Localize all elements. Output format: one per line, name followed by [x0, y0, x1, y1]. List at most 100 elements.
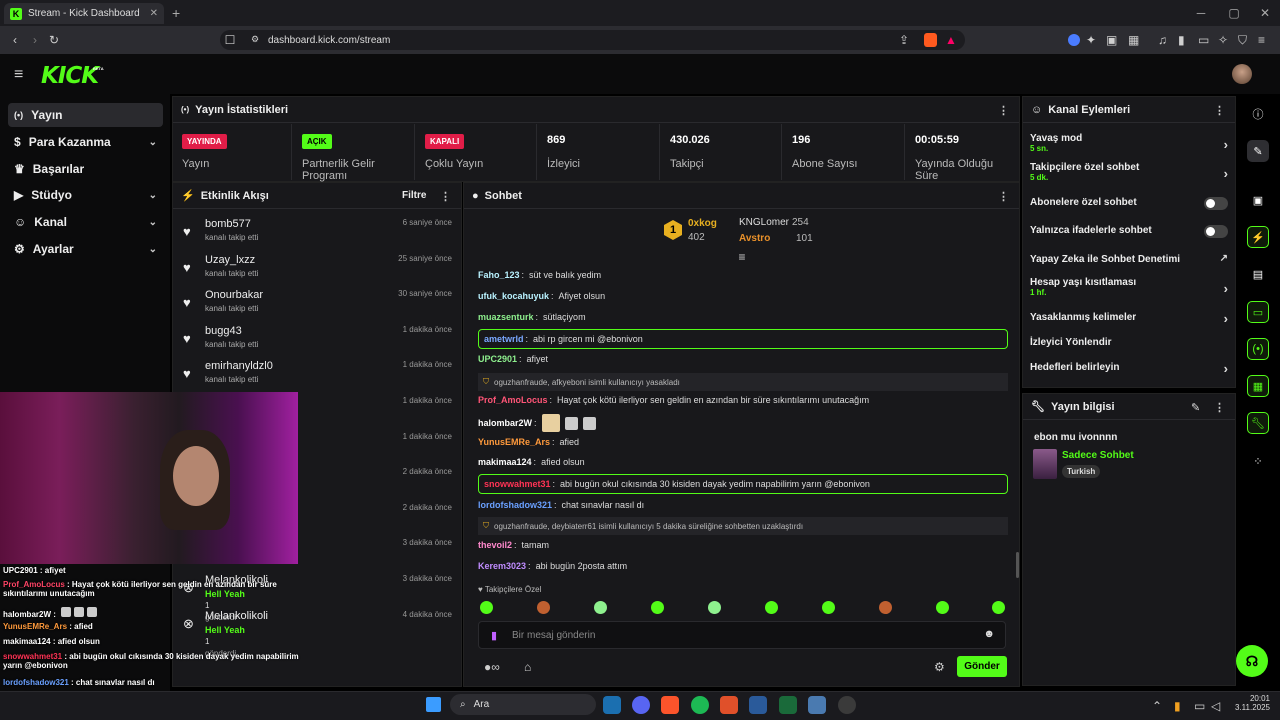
music-icon[interactable]: ♫ — [1158, 33, 1167, 47]
new-tab-button[interactable]: + — [172, 5, 180, 21]
chat-input[interactable]: ▮ Bir mesaj gönderin ☻ — [478, 621, 1006, 649]
excel-app-icon[interactable] — [779, 696, 797, 714]
sidebar-item-kanal[interactable]: ☺ Kanal ⌄ — [8, 210, 163, 234]
broadcast-icon[interactable]: (•) — [1247, 338, 1269, 360]
extension-icon-3[interactable]: ▦ — [1128, 33, 1139, 47]
spotify-app-icon[interactable] — [691, 696, 709, 714]
discord-app-icon[interactable] — [632, 696, 650, 714]
chat-username[interactable]: YunusEMRe_Ars — [478, 437, 550, 447]
expand-leaderboard-icon[interactable]: ≡ — [736, 250, 748, 264]
back-icon[interactable]: ‹ — [8, 33, 22, 47]
chat-scrollbar[interactable] — [1016, 552, 1019, 578]
taskbar-search[interactable]: ⌕ Ara — [450, 694, 596, 715]
channel-action-item[interactable]: Abonelere özel sohbet — [1030, 197, 1230, 213]
browser-tab[interactable]: K Stream - Kick Dashboard ✕ — [4, 3, 164, 24]
chat-username[interactable]: Kerem3023 — [478, 561, 526, 571]
brave-app-icon[interactable] — [661, 696, 679, 714]
obs-app-icon[interactable] — [838, 696, 856, 714]
windows-start-icon[interactable] — [426, 697, 441, 712]
wrench-icon[interactable]: 🔧︎ — [1247, 412, 1269, 434]
site-settings-icon[interactable]: ⚙ — [250, 34, 260, 45]
channel-action-item[interactable]: Yapay Zeka ile Sohbet Denetimi ↗ — [1030, 253, 1230, 270]
chat-username[interactable]: lordofshadow321 — [478, 500, 552, 510]
feed-username[interactable]: Uzay_lxzz — [205, 254, 255, 266]
toggle-switch[interactable] — [1204, 197, 1228, 210]
volume-icon[interactable]: ◁ — [1211, 699, 1220, 713]
kick-logo[interactable]: KICK — [41, 63, 99, 89]
vpn-shield-icon[interactable]: ⛉ — [1238, 33, 1247, 48]
leaderboard-name[interactable]: Avstro — [739, 233, 770, 244]
extension-puzzle-icon[interactable]: ✦ — [1086, 33, 1096, 47]
extension-icon-2[interactable]: ▣ — [1106, 33, 1117, 47]
sidebar-item-yayin[interactable]: (•) Yayın — [8, 103, 163, 127]
edit-icon[interactable]: ✎ — [1191, 401, 1200, 414]
chat-bubble-icon[interactable]: ▭ — [1247, 301, 1269, 323]
category-thumbnail[interactable] — [1033, 449, 1057, 479]
notes-icon[interactable]: ▤ — [1247, 263, 1269, 285]
category-link[interactable]: Sadece Sohbet — [1062, 450, 1134, 461]
leaderboard-name[interactable]: 0xkog — [688, 218, 717, 229]
follower-emote[interactable] — [480, 601, 493, 614]
support-headset-icon[interactable]: ☊ — [1236, 645, 1268, 677]
channel-action-item[interactable]: Yavaş mod 5 sn. › — [1030, 133, 1230, 159]
follower-emote[interactable] — [879, 601, 892, 614]
sidebar-item-para-kazanma[interactable]: $ Para Kazanma ⌄ — [8, 130, 163, 154]
channel-action-item[interactable]: Yalnızca ifadelerle sohbet — [1030, 225, 1230, 241]
taskbar-clock[interactable]: 20:01 3.11.2025 — [1232, 694, 1270, 712]
channel-action-item[interactable]: Yasaklanmış kelimeler › — [1030, 311, 1230, 328]
kebab-menu-icon[interactable]: ⋮ — [998, 104, 1009, 117]
leo-ai-icon[interactable]: ✧ — [1218, 33, 1228, 47]
kebab-menu-icon[interactable]: ⋮ — [1214, 104, 1225, 117]
info-icon[interactable]: ⓘ — [1247, 103, 1269, 125]
edit-layout-icon[interactable]: ✎ — [1247, 140, 1269, 162]
follower-emote[interactable] — [822, 601, 835, 614]
share-icon[interactable]: ⇪ — [898, 33, 910, 47]
chat-username[interactable]: halombar2W — [478, 418, 532, 428]
app-icon[interactable] — [720, 696, 738, 714]
channel-action-item[interactable]: Takipçilere özel sohbet 5 dk. › — [1030, 162, 1230, 188]
sidebar-item-studyo[interactable]: ▶ Stüdyo ⌄ — [8, 183, 163, 207]
steam-app-icon[interactable] — [603, 696, 621, 714]
feed-username[interactable]: Onourbakar — [205, 289, 263, 301]
brave-shield-icon[interactable] — [924, 33, 937, 47]
sidebar-toggle-icon[interactable]: ▮ — [1178, 33, 1185, 47]
chat-username[interactable]: snowwahmet31 — [484, 479, 551, 489]
browser-menu-icon[interactable]: ≡ — [1258, 33, 1265, 47]
wallet-icon[interactable]: ▭ — [1198, 33, 1209, 47]
follower-emote[interactable] — [651, 601, 664, 614]
minimize-icon[interactable]: ─ — [1194, 6, 1208, 20]
dock-icon[interactable]: ▣ — [1247, 189, 1269, 211]
chat-username[interactable]: muazsenturk — [478, 312, 534, 322]
hamburger-menu-icon[interactable]: ≡ — [14, 66, 23, 84]
send-button[interactable]: Gönder — [957, 656, 1007, 677]
leaderboard-name[interactable]: KNGLomer — [739, 217, 789, 228]
follower-emote[interactable] — [936, 601, 949, 614]
steam-app-icon-2[interactable] — [749, 696, 767, 714]
chat-settings-icon[interactable]: ⚙ — [934, 660, 945, 674]
stream-info-icon[interactable]: ▦ — [1247, 375, 1269, 397]
sidebar-item-ayarlar[interactable]: ⚙ Ayarlar ⌄ — [8, 237, 163, 261]
chat-username[interactable]: thevoil2 — [478, 540, 512, 550]
follower-emote[interactable] — [992, 601, 1005, 614]
tray-chevron-icon[interactable]: ⌃ — [1152, 699, 1162, 713]
channel-action-item[interactable]: Hedefleri belirleyin › — [1030, 361, 1230, 378]
sidebar-item-basarilar[interactable]: ♛ Başarılar — [8, 157, 163, 181]
microphone-icon[interactable]: ▮ — [491, 629, 497, 642]
network-icon[interactable]: ▭ — [1194, 699, 1205, 713]
follower-emote[interactable] — [594, 601, 607, 614]
emoji-icon[interactable]: ☻ — [983, 628, 995, 640]
maximize-icon[interactable]: ▢ — [1227, 6, 1241, 20]
chat-username[interactable]: ufuk_kocahuyuk — [478, 291, 549, 301]
kebab-menu-icon[interactable]: ⋮ — [998, 190, 1009, 203]
lightning-icon[interactable]: ⚡ — [1247, 226, 1269, 248]
feed-username[interactable]: bomb577 — [205, 218, 251, 230]
filter-button[interactable]: Filtre — [402, 190, 426, 201]
apps-icon[interactable]: ⁘ — [1247, 450, 1269, 472]
chat-tools-icon[interactable]: ●∞ — [484, 660, 500, 674]
toggle-switch[interactable] — [1204, 225, 1228, 238]
channel-action-item[interactable]: Hesap yaşı kısıtlaması 1 hf. › — [1030, 277, 1230, 303]
chat-username[interactable]: ametwrld — [484, 334, 524, 344]
close-window-icon[interactable]: ✕ — [1258, 6, 1272, 20]
store-icon[interactable]: ⌂ — [524, 660, 531, 674]
user-avatar[interactable] — [1232, 64, 1252, 84]
